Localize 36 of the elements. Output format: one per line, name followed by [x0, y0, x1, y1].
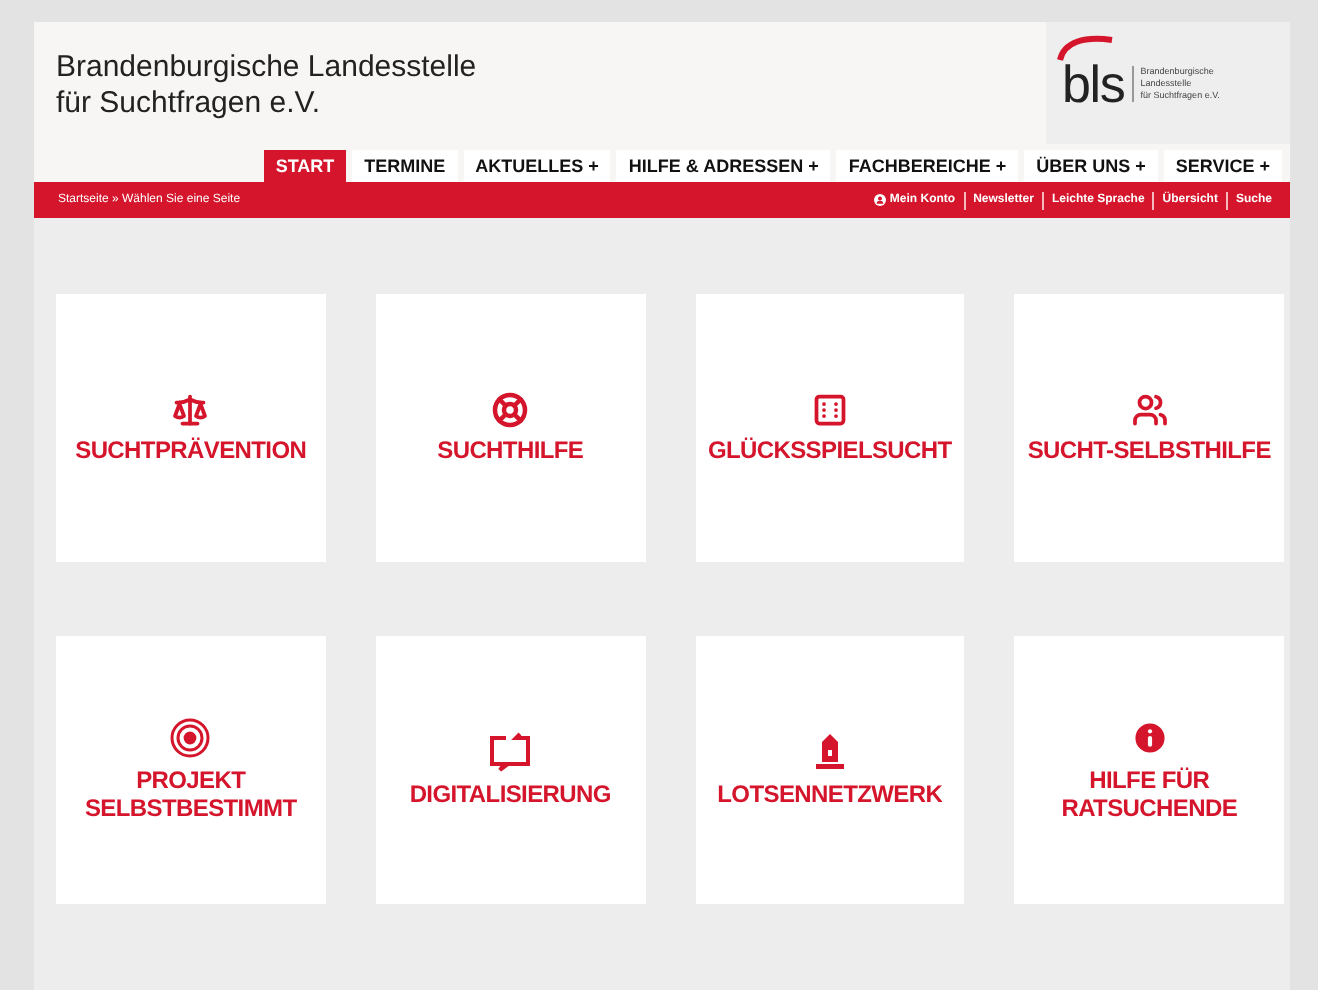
site-title: für Suchtfragen e.V.	[56, 86, 323, 122]
category-tile[interactable]: SUCHTPRÄVENTION	[56, 294, 326, 562]
nav-tab[interactable]: HILFE & ADRESSEN +	[616, 150, 831, 182]
category-tile[interactable]: SUCHT-SELBSTHILFE	[1014, 294, 1284, 562]
tile-label: PROJEKT SELBSTBESTIMMT	[84, 766, 297, 822]
tile-label: SUCHTPRÄVENTION	[75, 436, 307, 464]
tile-label: GLÜCKSSPIELSUCHT	[707, 436, 952, 464]
nav-tab[interactable]: SERVICE +	[1163, 150, 1282, 182]
nav-tab[interactable]: TERMINE	[352, 150, 458, 182]
scale-icon	[172, 392, 209, 428]
site-title: Brandenburgische Landesstelle	[56, 50, 479, 86]
chat-frame-icon	[488, 732, 533, 772]
category-tile[interactable]: LOTSENNETZWERK	[695, 636, 965, 904]
info-icon	[1129, 718, 1170, 758]
nav-tab[interactable]: START	[263, 150, 347, 182]
category-tile[interactable]: HILFE FÜR RATSUCHENDE	[1014, 636, 1284, 904]
lighthouse-icon	[813, 732, 846, 772]
nav-tab[interactable]: AKTUELLES +	[463, 150, 611, 182]
tile-label: DIGITALISIERUNG	[409, 780, 611, 808]
group-icon	[1131, 392, 1168, 428]
tile-label: SUCHTHILFE	[437, 436, 584, 464]
tile-label: SUCHT-SELBSTHILFE	[1027, 436, 1271, 464]
category-tile[interactable]: SUCHTHILFE	[375, 294, 645, 562]
nav-tab[interactable]: ÜBER UNS +	[1024, 150, 1158, 182]
logo-mark: bls	[1062, 57, 1125, 109]
category-tile[interactable]: DIGITALISIERUNG	[375, 636, 645, 904]
target-icon	[170, 718, 211, 758]
category-tile[interactable]: GLÜCKSSPIELSUCHT	[695, 294, 965, 562]
category-tile[interactable]: PROJEKT SELBSTBESTIMMT	[56, 636, 326, 904]
tile-label: HILFE FÜR RATSUCHENDE	[1061, 766, 1238, 822]
user-icon	[873, 194, 886, 206]
lifebuoy-icon	[492, 392, 529, 428]
arc-icon	[1056, 33, 1116, 61]
dice-icon	[811, 392, 848, 428]
tile-label: LOTSENNETZWERK	[717, 780, 943, 808]
nav-tab[interactable]: FACHBEREICHE +	[836, 150, 1019, 182]
